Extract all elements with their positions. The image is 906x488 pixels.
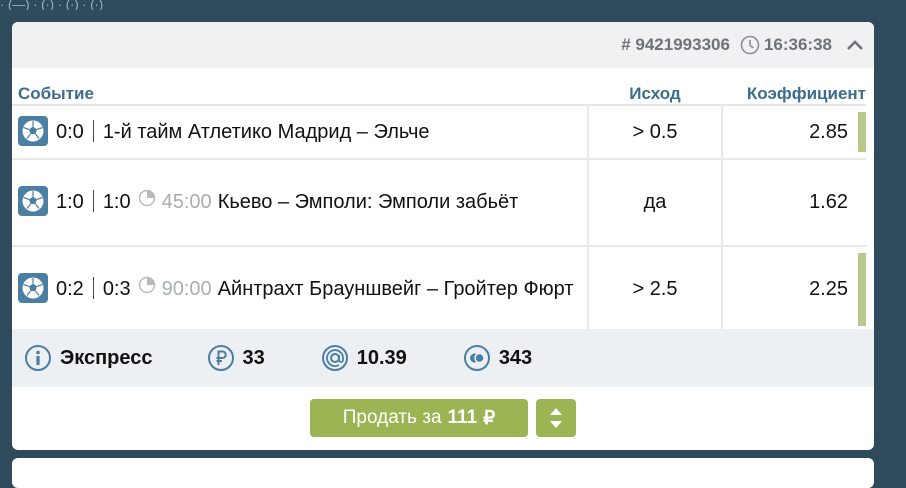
sell-amount-toggle[interactable] [536,399,576,437]
bet-time: 16:36:38 [740,35,832,55]
coef-value: 1.62 [809,191,848,213]
event-period: 1:0 [102,191,131,214]
separator [92,276,94,299]
bonus: 343 [463,344,532,372]
chevron-up-icon [845,38,865,52]
total-coef-value: 10.39 [356,346,407,369]
event-match: Айнтрахт Брауншвейг – Гройтер Фюрт [217,278,574,301]
sell-currency: ₽ [483,407,496,429]
table-row: 1:0 1:0 45:00 Кьево – Эмполи: Эмполи забьёт… [12,159,866,247]
column-coef: Коэффициент [722,80,866,106]
outcome-cell: да [587,159,723,247]
ruble-icon [207,344,235,372]
next-bet-card [12,458,874,488]
coef-value: 2.25 [809,278,848,300]
event-match: Атлетико Мадрид – Эльче [187,121,430,143]
table-row: 0:0 1-й тайм Атлетико Мадрид – Эльче > 0.… [12,105,866,160]
football-icon [18,272,48,303]
timer-icon [138,183,156,219]
table-row: 0:2 0:3 90:00 Айнтрахт Брауншвейг – Гройтер… [12,246,866,334]
outcome-cell: > 2.5 [587,246,723,334]
bet-summary: Экспресс 33 10.39 343 [12,329,874,387]
bet-table-header: Событие Исход Коэффициент [12,80,866,106]
event-period: 0:3 [102,278,131,301]
event-score: 0:0 [56,121,84,143]
info-icon [24,344,52,372]
bet-id: # 9421993306 [621,35,730,54]
coef-indicator [858,253,866,326]
event-minute: 90:00 [161,278,212,301]
separator [92,119,94,142]
event-score: 0:2 [56,278,84,301]
total-coef: 10.39 [321,344,407,372]
event-score: 1:0 [56,191,84,214]
stake: 33 [207,344,265,372]
coef-indicator [858,112,866,152]
outcome-cell: > 0.5 [587,105,723,160]
coef-cell: 2.25 [722,246,866,334]
sell-controls: Продать за 111 ₽ [310,399,576,437]
event-period: 1-й тайм [102,121,183,143]
event-cell: 0:2 0:3 90:00 Айнтрахт Брауншвейг – Гройтер… [12,246,588,334]
at-icon [321,344,349,372]
column-event: Событие [12,80,588,106]
coef-cell: 2.85 [722,105,866,160]
football-icon [18,185,48,216]
bet-time-label: 16:36:38 [763,35,832,54]
event-cell: 0:0 1-й тайм Атлетико Мадрид – Эльче [12,105,588,160]
bet-type-label: Экспресс [60,346,153,369]
bet-card: # 9421993306 16:36:38 Событие Исход Коэф… [12,22,874,450]
collapse-button[interactable] [844,34,866,56]
bonus-value: 343 [498,346,533,369]
sort-arrows-icon [548,406,564,430]
coef-cell: 1.62 [722,159,866,247]
football-icon [18,115,48,146]
sell-amount: 111 [447,407,478,428]
column-outcome: Исход [588,80,722,106]
bet-type[interactable]: Экспресс [24,344,153,372]
clock-icon [740,35,760,55]
bet-card-header: # 9421993306 16:36:38 [12,22,874,68]
stake-value: 33 [242,346,265,369]
separator [92,189,94,212]
timer-icon [138,270,156,306]
event-match: Кьево – Эмполи: Эмполи забьёт [217,191,519,214]
event-minute: 45:00 [161,191,212,214]
sell-button[interactable]: Продать за 111 ₽ [310,399,528,437]
top-strip: · (—) · (·) · (·) · (·) [0,0,104,10]
sell-prefix: Продать за [342,407,442,428]
event-cell: 1:0 1:0 45:00 Кьево – Эмполи: Эмполи забьёт [12,159,588,247]
coef-value: 2.85 [809,120,848,143]
bet-table: Событие Исход Коэффициент 0:0 1-й тайм Ат… [12,80,866,334]
coins-icon [463,344,491,372]
